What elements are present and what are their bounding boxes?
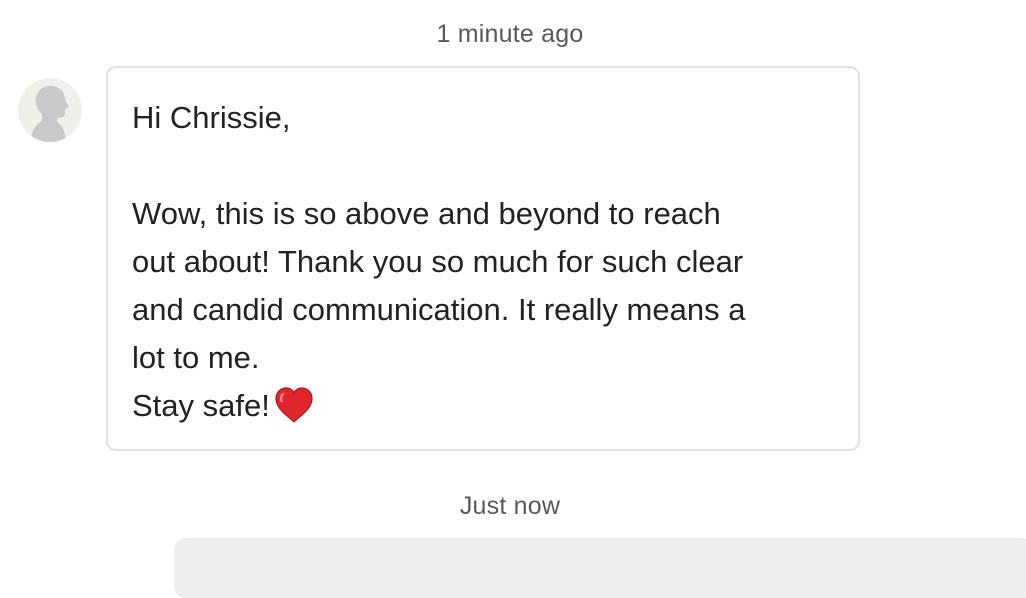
message-signoff-line: Stay safe! — [132, 382, 834, 438]
message-timestamp: 1 minute ago — [436, 20, 584, 48]
message-signoff: Stay safe! — [132, 388, 270, 423]
message-text-line: and candid communication. It really mean… — [132, 292, 746, 327]
message-greeting: Hi Chrissie, — [132, 100, 291, 135]
message-text-line: Wow, this is so above and beyond to reac… — [132, 196, 721, 231]
message-timestamp: Just now — [459, 492, 561, 520]
sender-avatar[interactable] — [18, 78, 82, 142]
outgoing-message-bubble — [174, 538, 1026, 598]
incoming-message-bubble: Hi Chrissie, Wow, this is so above and b… — [106, 66, 860, 451]
message-text-line: lot to me. — [132, 340, 260, 375]
red-heart-icon — [274, 386, 314, 438]
person-silhouette-icon — [30, 85, 69, 142]
message-text-line: out about! Thank you so much for such cl… — [132, 244, 744, 279]
